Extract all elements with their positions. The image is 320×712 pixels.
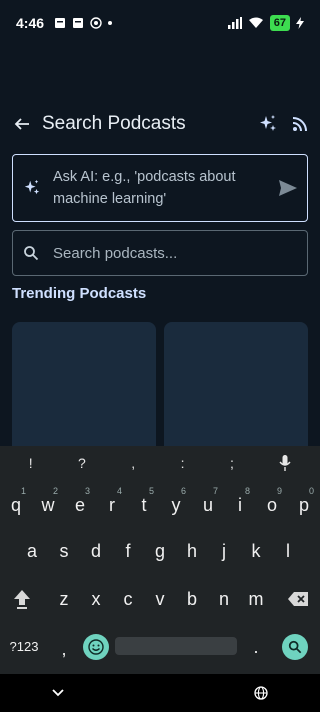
suggestion-key[interactable]: ? (78, 455, 86, 471)
trending-title: Trending Podcasts (12, 285, 147, 302)
suggestion-key[interactable]: : (181, 455, 185, 471)
notification-icon (73, 18, 84, 28)
period-key[interactable]: . (240, 622, 272, 672)
language-globe-icon[interactable] (254, 686, 268, 700)
search-icon (24, 246, 39, 261)
key-t[interactable]: 5t (128, 480, 160, 530)
rss-feed-button[interactable] (292, 116, 308, 132)
keyboard-row-1: 1q 2w 3e 4r 5t 6y 7u 8i 9o 0p (0, 480, 320, 530)
key-d[interactable]: d (80, 526, 112, 576)
search-input[interactable] (51, 243, 297, 263)
ai-search-field[interactable]: Ask AI: e.g., 'podcasts about machine le… (12, 154, 308, 222)
keyboard-suggestion-row: ! ? , : ; (0, 446, 320, 480)
search-action-key[interactable] (282, 634, 308, 660)
status-bar: 4:46 67 (0, 0, 320, 46)
app-bar: Search Podcasts (0, 104, 320, 144)
key-f[interactable]: f (112, 526, 144, 576)
podcast-card[interactable] (164, 322, 308, 462)
ai-sparkle-button[interactable] (258, 114, 278, 134)
key-v[interactable]: v (144, 574, 176, 624)
status-left: 4:46 (16, 15, 113, 31)
search-field[interactable] (12, 230, 308, 276)
back-button[interactable] (12, 114, 32, 134)
key-i[interactable]: 8i (224, 480, 256, 530)
charging-icon (296, 17, 304, 29)
notification-icon (55, 18, 66, 28)
suggestion-key[interactable]: ! (29, 455, 33, 471)
wifi-icon (248, 17, 263, 28)
system-nav-bar (0, 674, 320, 712)
page-title: Search Podcasts (42, 113, 186, 134)
shift-key[interactable] (6, 574, 38, 624)
app-actions (258, 114, 308, 134)
keyboard-row-3: z x c v b n m (0, 574, 320, 624)
key-u[interactable]: 7u (192, 480, 224, 530)
status-time: 4:46 (16, 15, 45, 31)
key-h[interactable]: h (176, 526, 208, 576)
key-g[interactable]: g (144, 526, 176, 576)
key-e[interactable]: 3e (64, 480, 96, 530)
shift-icon (14, 590, 30, 609)
key-w[interactable]: 2w (32, 480, 64, 530)
key-r[interactable]: 4r (96, 480, 128, 530)
key-c[interactable]: c (112, 574, 144, 624)
key-x[interactable]: x (80, 574, 112, 624)
status-right: 67 (227, 15, 304, 31)
key-y[interactable]: 6y (160, 480, 192, 530)
emoji-icon (88, 639, 104, 655)
signal-icon (227, 17, 242, 29)
keyboard-row-2: a s d f g h j k l (0, 526, 320, 576)
microphone-icon[interactable] (279, 455, 291, 471)
suggestion-key[interactable]: ; (230, 455, 234, 471)
key-z[interactable]: z (48, 574, 80, 624)
ai-sparkle-icon (24, 179, 40, 195)
backspace-key[interactable] (282, 574, 314, 624)
symbols-key[interactable]: ?123 (8, 622, 40, 672)
key-b[interactable]: b (176, 574, 208, 624)
podcast-card[interactable] (12, 322, 156, 462)
hide-keyboard-icon[interactable] (52, 689, 64, 697)
space-key[interactable] (115, 637, 237, 655)
ai-search-placeholder: Ask AI: e.g., 'podcasts about machine le… (53, 169, 236, 207)
key-l[interactable]: l (272, 526, 304, 576)
search-icon (288, 640, 302, 654)
emoji-key[interactable] (83, 634, 109, 660)
suggestion-key[interactable]: , (131, 455, 135, 471)
key-a[interactable]: a (16, 526, 48, 576)
key-s[interactable]: s (48, 526, 80, 576)
more-notifications-dot (108, 21, 113, 25)
back-arrow-icon (14, 118, 29, 130)
whatsapp-icon (90, 17, 102, 29)
send-icon[interactable] (279, 180, 297, 196)
key-k[interactable]: k (240, 526, 272, 576)
backspace-icon (288, 592, 308, 606)
key-n[interactable]: n (208, 574, 240, 624)
comma-key[interactable]: , (48, 624, 80, 674)
key-p[interactable]: 0p (288, 480, 320, 530)
key-q[interactable]: 1q (0, 480, 32, 530)
key-j[interactable]: j (208, 526, 240, 576)
key-o[interactable]: 9o (256, 480, 288, 530)
key-m[interactable]: m (240, 574, 272, 624)
battery-level: 67 (269, 15, 290, 31)
